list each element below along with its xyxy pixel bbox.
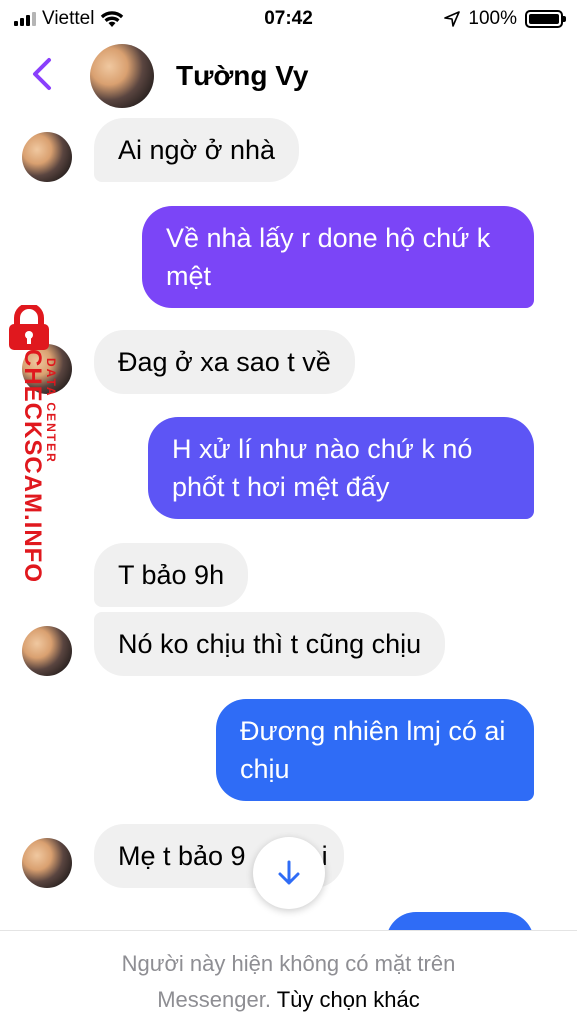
padlock-icon <box>9 305 49 350</box>
sender-avatar[interactable] <box>22 838 72 888</box>
message-text: Mẹ t bảo 9 <box>118 841 246 871</box>
watermark: DATA CENTER CHECKSCAM.INFO <box>4 305 74 585</box>
message-bubble-incoming[interactable]: T bảo 9h <box>94 543 249 607</box>
arrow-down-icon <box>278 860 300 885</box>
chevron-left-icon <box>33 58 51 90</box>
status-bar: Viettel 07:42 100% <box>0 0 577 38</box>
battery-icon <box>525 10 566 28</box>
notice-line-1: Người này hiện không có mặt trên <box>121 951 456 976</box>
notice-line-2: Messenger. Tùy chọn khác <box>0 982 577 1018</box>
location-arrow-icon <box>444 11 461 27</box>
message-bubble-outgoing-partial[interactable] <box>386 912 534 930</box>
scroll-to-bottom-button[interactable] <box>253 837 325 909</box>
message-bubble-outgoing[interactable]: H xử lí như nào chứ k nó phốt t hơi mệt … <box>148 417 534 519</box>
battery-percent: 100% <box>468 8 517 29</box>
sender-avatar[interactable] <box>22 132 72 182</box>
message-bubble-outgoing[interactable]: Về nhà lấy r done hộ chứ k mệt <box>142 206 534 308</box>
message-bubble-outgoing[interactable]: Đương nhiên lmj có ai chịu <box>216 699 534 801</box>
watermark-subtitle: DATA CENTER <box>44 358 58 464</box>
unavailable-notice: Người này hiện không có mặt trên Messeng… <box>0 930 577 1024</box>
contact-avatar[interactable] <box>90 44 154 108</box>
watermark-title: CHECKSCAM.INFO <box>19 349 46 583</box>
message-list[interactable]: Ai ngờ ở nhà Về nhà lấy r done hộ chứ k … <box>0 116 577 930</box>
more-options-link[interactable]: Tùy chọn khác <box>277 987 420 1012</box>
conversation-header: Tường Vy <box>0 38 577 116</box>
back-button[interactable] <box>24 54 64 94</box>
status-right: 100% <box>444 8 566 30</box>
battery-level <box>529 14 559 24</box>
message-bubble-incoming[interactable]: Đag ở xa sao t về <box>94 330 355 394</box>
message-bubble-incoming[interactable]: Ai ngờ ở nhà <box>94 118 300 182</box>
message-bubble-incoming[interactable]: Nó ko chịu thì t cũng chịu <box>94 612 446 676</box>
sender-avatar[interactable] <box>22 626 72 676</box>
contact-name[interactable]: Tường Vy <box>176 60 308 92</box>
notice-messenger: Messenger. <box>157 987 271 1012</box>
